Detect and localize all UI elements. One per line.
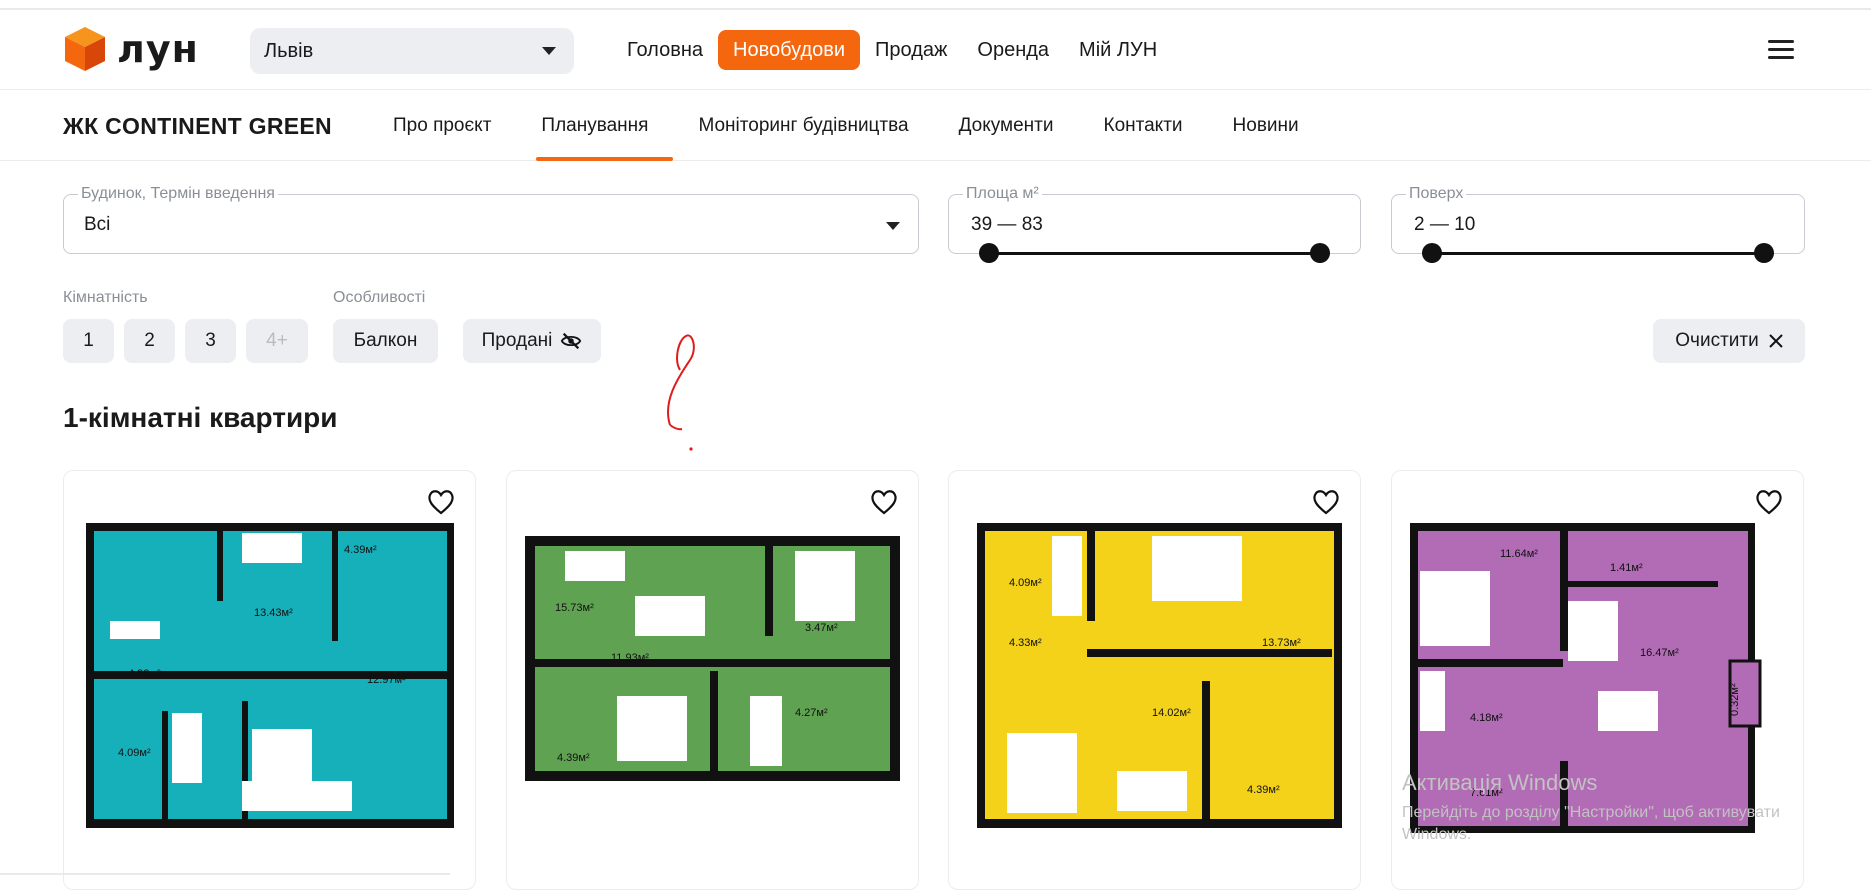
logo[interactable]: лун (63, 25, 199, 73)
watermark-title: Активація Windows (1402, 770, 1598, 795)
city-select[interactable]: Львів (250, 28, 574, 74)
nav-my-lun[interactable]: Мій ЛУН (1064, 30, 1172, 70)
floor-slider-track[interactable] (1432, 252, 1764, 255)
area-label: 0.32м² (1729, 683, 1741, 716)
tab-construction-monitoring[interactable]: Моніторинг будівництва (673, 91, 933, 161)
house-select-value: Всі (84, 214, 111, 235)
area-label: 11.64м² (1500, 548, 1538, 560)
area-label: 1.41м² (1610, 562, 1643, 574)
tab-news[interactable]: Новини (1208, 91, 1324, 161)
area-label: 4.33м² (128, 668, 161, 680)
balcony-chip[interactable]: Балкон (333, 319, 438, 363)
sold-chip[interactable]: Продані (463, 319, 601, 363)
rooms-chip-1[interactable]: 1 (63, 319, 114, 363)
nav-rent[interactable]: Оренда (962, 30, 1064, 70)
area-label: 15.73м² (555, 602, 594, 614)
area-label: 4.18м² (1470, 712, 1503, 724)
floor-slider-max-handle[interactable] (1754, 243, 1774, 263)
windows-activation-watermark: Активація Windows Перейдіть до розділу "… (1402, 770, 1842, 846)
area-label: 4.09м² (1009, 577, 1042, 589)
tab-planning[interactable]: Планування (516, 91, 674, 161)
nav-new-buildings[interactable]: Новобудови (718, 30, 861, 70)
area-label: 11.93м² (611, 652, 649, 664)
area-label: 4.33м² (1009, 637, 1042, 649)
sold-chip-label: Продані (481, 330, 553, 351)
close-icon (1768, 334, 1783, 348)
area-range-label: Площа м² (963, 185, 1042, 203)
area-label: 13.73м² (1262, 637, 1301, 649)
nav-sale[interactable]: Продаж (860, 30, 962, 70)
heart-icon[interactable] (1312, 489, 1340, 515)
rooms-chip-2[interactable]: 2 (124, 319, 175, 363)
area-slider-max-handle[interactable] (1310, 243, 1330, 263)
area-range-value: 39 — 83 (971, 214, 1043, 235)
area-label: 12.97м² (367, 674, 406, 686)
heart-icon[interactable] (427, 489, 455, 515)
floor-range-value: 2 — 10 (1414, 214, 1476, 235)
divider (0, 873, 450, 875)
section-title: 1-кімнатні квартири (63, 402, 338, 433)
city-value: Львів (264, 39, 314, 62)
area-label: 3.47м² (805, 622, 838, 634)
area-label: 14.02м² (1152, 707, 1191, 719)
area-slider-track[interactable] (989, 252, 1320, 255)
menu-icon[interactable] (1768, 40, 1794, 60)
floor-plan: 4.39м² 13.43м² 4.33м² 12.97м² 4.09м² (86, 523, 454, 828)
floor-plan: 15.73м² 3.47м² 11.93м² 4.27м² 4.39м² (525, 536, 900, 781)
area-label: 4.27м² (795, 707, 828, 719)
project-tabs: Про проєкт Планування Моніторинг будівни… (368, 91, 1324, 161)
main-nav: Головна Новобудови Продаж Оренда Мій ЛУН (612, 30, 1172, 70)
logo-text: лун (117, 27, 199, 71)
heart-icon[interactable] (870, 489, 898, 515)
floor-plan: 4.09м² 4.33м² 13.73м² 14.02м² 4.39м² (977, 523, 1342, 828)
area-slider-min-handle[interactable] (979, 243, 999, 263)
floor-range: Поверх 2 — 10 (1391, 185, 1805, 263)
apartment-card[interactable]: 4.09м² 4.33м² 13.73м² 14.02м² 4.39м² (948, 470, 1361, 890)
area-label: 13.43м² (254, 607, 293, 619)
features-label: Особливості (333, 289, 426, 306)
nav-home[interactable]: Головна (612, 30, 718, 70)
chevron-down-icon (542, 47, 556, 55)
house-select[interactable]: Будинок, Термін введення Всі (63, 185, 919, 254)
logo-cube-icon (65, 27, 105, 71)
rooms-chip-4plus[interactable]: 4+ (246, 319, 308, 363)
rooms-chip-3[interactable]: 3 (185, 319, 236, 363)
area-range: Площа м² 39 — 83 (948, 185, 1361, 263)
watermark-text: Перейдіть до розділу "Настройки", щоб ак… (1402, 804, 1780, 843)
chevron-down-icon (886, 222, 900, 230)
house-select-label: Будинок, Термін введення (78, 185, 278, 203)
area-label: 4.39м² (557, 752, 590, 764)
project-title: ЖК CONTINENT GREEN (63, 113, 332, 139)
floor-range-label: Поверх (1406, 185, 1467, 203)
site-header: лун Львів Головна Новобудови Продаж Орен… (0, 0, 1871, 90)
clear-filters-label: Очистити (1675, 330, 1759, 351)
rooms-label: Кімнатність (63, 289, 148, 306)
apartment-card[interactable]: 15.73м² 3.47м² 11.93м² 4.27м² 4.39м² (506, 470, 919, 890)
tab-about[interactable]: Про проєкт (368, 91, 516, 161)
tab-contacts[interactable]: Контакти (1079, 91, 1208, 161)
tab-documents[interactable]: Документи (934, 91, 1079, 161)
red-question-mark-annotation (667, 334, 695, 451)
area-label: 4.39м² (344, 544, 377, 556)
apartment-card[interactable]: 4.39м² 13.43м² 4.33м² 12.97м² 4.09м² (63, 470, 476, 890)
area-label: 4.09м² (118, 747, 151, 759)
heart-icon[interactable] (1755, 489, 1783, 515)
area-label: 16.47м² (1640, 647, 1679, 659)
floor-slider-min-handle[interactable] (1422, 243, 1442, 263)
clear-filters-button[interactable]: Очистити (1653, 319, 1805, 363)
eye-off-icon (561, 332, 582, 350)
area-label: 4.39м² (1247, 784, 1280, 796)
